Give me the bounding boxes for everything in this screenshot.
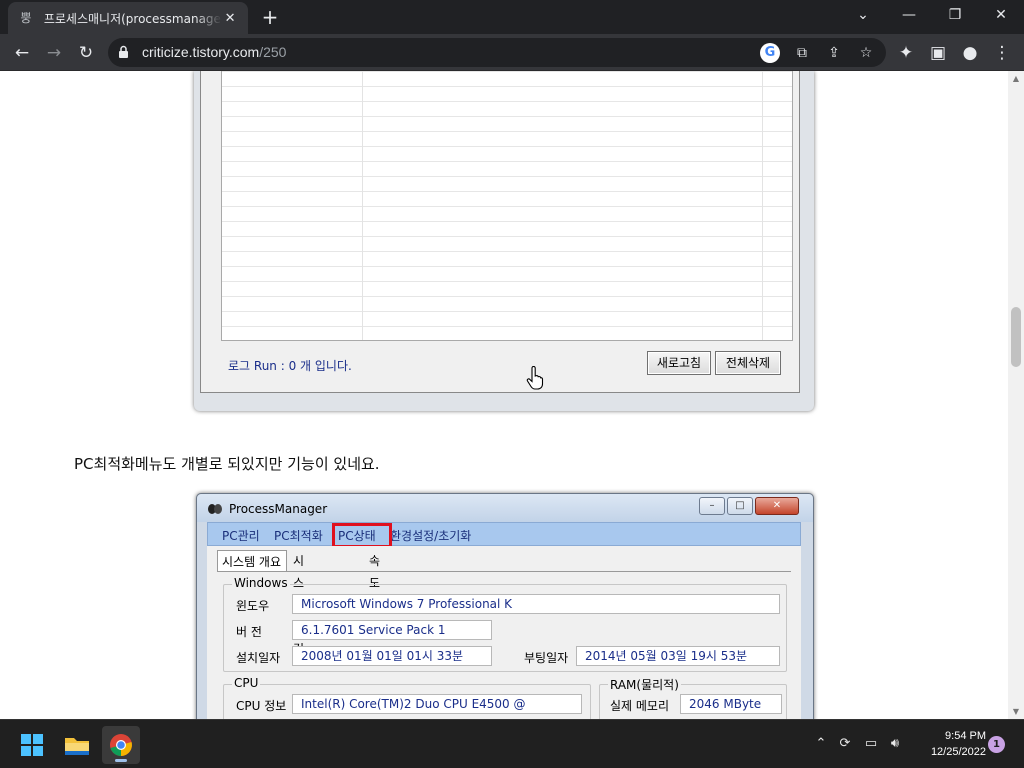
app-minimize-button: – [699,497,725,515]
app-title: ProcessManager [229,502,328,516]
tab-strip: 뿡 프로세스매니저(processmanager ✕ + ⌄ — ❐ ✕ [0,0,1024,34]
app-maximize-button: □ [727,497,753,515]
tray-overflow-icon[interactable]: ⌃ [812,735,830,753]
boot-date-label: 부팅일자 [524,651,569,665]
app-titlebar: ProcessManager – □ ✕ [197,494,813,522]
windows-taskbar: ⌃ ⟳ ▭ 🔊︎ 9:54 PM 12/25/2022 1 [0,719,1024,768]
os-value: Microsoft Windows 7 Professional K [292,594,780,614]
ram-legend: RAM(물리적) [608,676,681,693]
minimize-button[interactable]: — [886,0,932,30]
screenshot-log-window: 로그 Run : 0 개 입니다. 새로고침 전체삭제 [194,71,814,411]
reload-icon[interactable]: ↻ [72,39,100,67]
restore-button[interactable]: ❐ [932,0,978,30]
install-date-label: 설치일자 [236,651,281,665]
delete-all-button[interactable]: 전체삭제 [715,351,781,375]
cpu-info-value: Intel(R) Core(TM)2 Duo CPU E4500 @ [292,694,582,714]
chrome-icon[interactable] [102,726,140,764]
share-icon[interactable]: ⇪ [824,43,844,63]
cpu-info-label: CPU 정보 [236,699,287,713]
taskbar-clock[interactable]: 9:54 PM 12/25/2022 [916,728,986,760]
sync-icon[interactable]: ⟳ [836,735,854,753]
tab-system-overview: 시스템 개요 [217,550,287,572]
translate-icon[interactable]: ⧉ [792,43,812,63]
address-bar[interactable]: criticize.tistory.com/250 G ⧉ ⇪ ☆ [108,38,886,67]
side-panel-icon[interactable]: ▣ [924,39,952,67]
app-body: 시스템 개요 시스템 점검 속도 튜닝 Windows 윈도우 Microsof… [207,546,801,719]
app-logo-icon [208,504,222,514]
clock-time: 9:54 PM [945,730,986,742]
extensions-icon[interactable]: ✦ [892,39,920,67]
log-window: 로그 Run : 0 개 입니다. 새로고침 전체삭제 [200,71,800,393]
app-close-button: ✕ [755,497,799,515]
ram-group: RAM(물리적) 실제 메모리 2046 MByte [599,676,787,719]
network-icon[interactable]: ▭ [862,735,880,753]
browser-toolbar: ← → ↻ criticize.tistory.com/250 G ⧉ ⇪ ☆ … [0,34,1024,71]
article-paragraph: PC최적화메뉴도 개별로 되있지만 기능이 있네요. [74,455,380,473]
new-tab-button[interactable]: + [258,6,282,30]
log-count-text: 로그 Run : 0 개 입니다. [228,359,352,373]
notification-badge[interactable]: 1 [988,736,1005,753]
os-label: 윈도우 [236,599,270,613]
tab-divider [217,571,791,572]
cpu-group: CPU CPU 정보 Intel(R) Core(TM)2 Duo CPU E4… [223,676,591,719]
bookmark-star-icon[interactable]: ☆ [856,43,876,63]
boot-date-value: 2014년 05월 03일 19시 53분 [576,646,780,666]
screenshot-processmanager: ProcessManager – □ ✕ PC관리 PC최적화 PC상태 환경설… [196,493,814,719]
version-label: 버 전 [236,625,262,639]
profile-icon[interactable]: ● [956,39,984,67]
log-grid [221,71,793,341]
back-icon[interactable]: ← [8,39,36,67]
site-favicon-icon: 뿡 [20,11,32,25]
tab-system-check: 시스템 점검 [293,554,305,656]
file-explorer-icon[interactable] [58,726,96,764]
scroll-down-icon[interactable]: ▼ [1012,707,1020,716]
hand-cursor-icon [526,366,544,390]
windows-start-icon[interactable] [13,726,51,764]
scrollbar-thumb[interactable] [1011,307,1021,367]
menu-icon[interactable]: ⋮ [988,39,1016,67]
windows-legend: Windows [232,576,290,590]
forward-icon[interactable]: → [40,39,68,67]
windows-group: Windows 윈도우 Microsoft Windows 7 Professi… [223,576,787,672]
google-icon[interactable]: G [760,43,780,63]
lock-icon[interactable] [118,45,129,59]
version-value: 6.1.7601 Service Pack 1 [292,620,492,640]
volume-icon[interactable]: 🔊︎ [886,735,904,753]
clock-date: 12/25/2022 [930,746,986,758]
menu-settings-reset: 환경설정/초기화 [390,529,472,543]
scroll-up-icon[interactable]: ▲ [1012,74,1020,83]
browser-tab[interactable]: 뿡 프로세스매니저(processmanager ✕ [8,2,248,34]
menu-pc-manage: PC관리 [222,529,260,543]
real-memory-value: 2046 MByte [680,694,782,714]
tab-speed-tuning: 속도 튜닝 [369,554,381,634]
highlight-box [332,523,392,548]
refresh-button[interactable]: 새로고침 [647,351,711,375]
window-close-button[interactable]: ✕ [978,0,1024,30]
close-tab-icon[interactable]: ✕ [222,11,238,26]
real-memory-label: 실제 메모리 [610,699,670,713]
menu-pc-optimize: PC최적화 [274,529,323,543]
url-text: criticize.tistory.com/250 [142,44,287,60]
page-scrollbar[interactable]: ▲ ▼ [1008,71,1024,719]
install-date-value: 2008년 01월 01일 01시 33분 [292,646,492,666]
tab-search-icon[interactable]: ⌄ [840,0,886,30]
tab-title: 프로세스매니저(processmanager [43,11,223,26]
page-content: 로그 Run : 0 개 입니다. 새로고침 전체삭제 PC최적화메뉴도 개별로… [0,71,1008,719]
cpu-legend: CPU [232,676,261,690]
app-menubar: PC관리 PC최적화 PC상태 환경설정/초기화 [207,522,801,548]
active-app-indicator [115,759,127,762]
log-status-bar: 로그 Run : 0 개 입니다. 새로고침 전체삭제 [221,343,793,381]
